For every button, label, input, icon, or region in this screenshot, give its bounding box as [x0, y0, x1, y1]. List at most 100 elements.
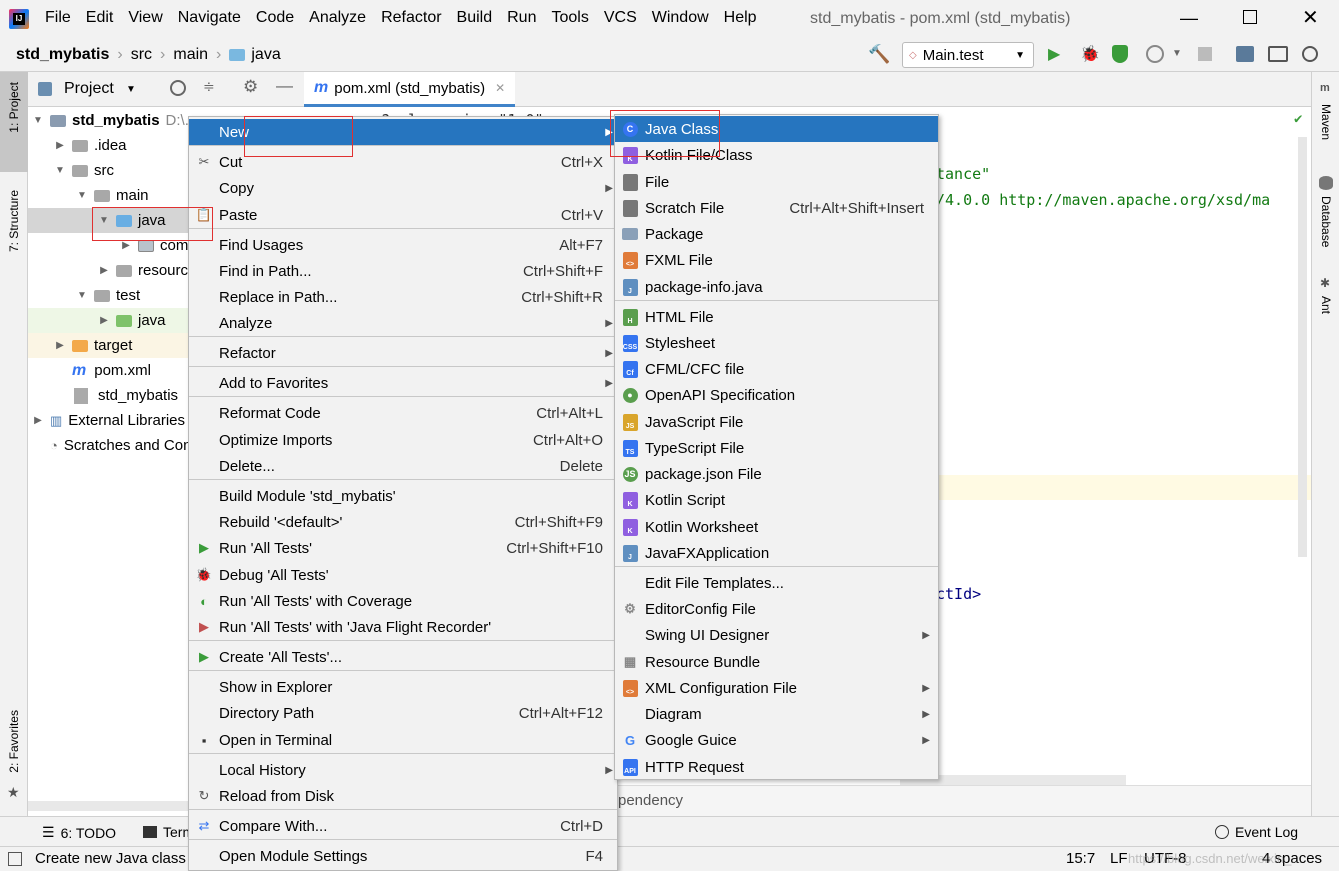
new-item-diagram[interactable]: Diagram ▶ [615, 701, 938, 727]
menu-item-add-to-favorites[interactable]: Add to Favorites ▶ [189, 370, 617, 396]
new-item-package-info-java[interactable]: Jpackage-info.java [615, 274, 938, 300]
caret-position[interactable]: 15:7 [1066, 850, 1095, 867]
menu-item-cut[interactable]: ✂ Cut Ctrl+X [189, 149, 617, 175]
menu-item-find-usages[interactable]: Find Usages Alt+F7 [189, 232, 617, 258]
profile-dropdown-icon[interactable]: ▼ [1172, 48, 1182, 59]
menu-item-copy[interactable]: Copy ▶ [189, 175, 617, 201]
structure-tab-label[interactable]: 7: Structure [7, 190, 21, 252]
new-item-javascript-file[interactable]: JS JavaScript File [615, 409, 938, 435]
menu-item-paste[interactable]: 📋 Paste Ctrl+V [189, 202, 617, 228]
new-item-kotlin-worksheet[interactable]: K Kotlin Worksheet [615, 514, 938, 540]
maximize-button[interactable] [1243, 10, 1257, 24]
menu-item-reload-from-disk[interactable]: ↻ Reload from Disk [189, 783, 617, 809]
menu-navigate[interactable]: Navigate [178, 9, 241, 27]
menu-item-create-all-tests[interactable]: ▶ Create 'All Tests'... [189, 644, 617, 670]
menu-item-directory-path[interactable]: Directory Path Ctrl+Alt+F12 [189, 700, 617, 726]
new-item-file[interactable]: File [615, 169, 938, 195]
new-item-typescript-file[interactable]: TS TypeScript File [615, 435, 938, 461]
menu-item-show-in-explorer[interactable]: Show in Explorer [189, 674, 617, 700]
stop-icon[interactable] [1198, 47, 1212, 61]
search-everywhere-icon[interactable] [1302, 46, 1318, 62]
menu-build[interactable]: Build [457, 9, 493, 27]
new-item-package[interactable]: Package [615, 221, 938, 247]
new-item-swing-ui-designer[interactable]: Swing UI Designer ▶ [615, 622, 938, 648]
project-view-selector[interactable]: Project [64, 80, 114, 98]
menu-item-build-module-std-mybatis[interactable]: Build Module 'std_mybatis' [189, 483, 617, 509]
menu-item-run-all-tests-with-coverage[interactable]: ◐ Run 'All Tests' with Coverage [189, 588, 617, 614]
todo-tab[interactable]: ☰ 6: TODO [42, 824, 116, 841]
new-item-kotlin-script[interactable]: K Kotlin Script [615, 487, 938, 513]
favorites-tab-label[interactable]: 2: Favorites [7, 710, 21, 773]
menu-refactor[interactable]: Refactor [381, 9, 441, 27]
menu-item-run-all-tests-with-java-flight-recorder[interactable]: ▶ Run 'All Tests' with 'Java Flight Recor… [189, 614, 617, 640]
run-icon[interactable]: ▶ [1048, 44, 1060, 64]
database-tab[interactable]: Database [1319, 196, 1333, 247]
menu-item-compare-with[interactable]: ⇄ Compare With... Ctrl+D [189, 813, 617, 839]
breadcrumb-java[interactable]: java [251, 46, 280, 64]
new-item-xml-configuration-file[interactable]: <> XML Configuration File ▶ [615, 675, 938, 701]
project-structure-icon[interactable] [1236, 46, 1254, 62]
menu-item-debug-all-tests[interactable]: 🐞 Debug 'All Tests' [189, 562, 617, 588]
new-item-java-class[interactable]: C Java Class [615, 116, 938, 142]
profile-icon[interactable] [1146, 45, 1164, 63]
ant-tab[interactable]: Ant [1319, 296, 1333, 314]
menu-help[interactable]: Help [724, 9, 757, 27]
project-tool-tab[interactable]: 1: Project [0, 72, 28, 172]
line-separator[interactable]: LF [1110, 850, 1128, 867]
new-item-package-json-file[interactable]: JS package.json File [615, 461, 938, 487]
close-window-button[interactable]: ✕ [1302, 5, 1319, 30]
new-item-javafxapplication[interactable]: J JavaFXApplication [615, 540, 938, 566]
menu-code[interactable]: Code [256, 9, 294, 27]
gear-icon[interactable]: ⚙ [243, 77, 258, 97]
new-item-openapi-specification[interactable]: ● OpenAPI Specification [615, 382, 938, 408]
menu-analyze[interactable]: Analyze [309, 9, 366, 27]
menu-item-rebuild-default[interactable]: Rebuild '<default>' Ctrl+Shift+F9 [189, 509, 617, 535]
hammer-icon[interactable]: 🔨 [868, 44, 890, 65]
menu-file[interactable]: File [45, 9, 71, 27]
menu-item-find-in-path[interactable]: Find in Path... Ctrl+Shift+F [189, 258, 617, 284]
menu-item-analyze[interactable]: Analyze ▶ [189, 310, 617, 336]
menu-run[interactable]: Run [507, 9, 536, 27]
menu-item-delete[interactable]: Delete... Delete [189, 453, 617, 479]
new-item-edit-file-templates[interactable]: Edit File Templates... [615, 570, 938, 596]
menu-item-open-module-settings[interactable]: Open Module Settings F4 [189, 843, 617, 869]
presentation-icon[interactable] [1268, 46, 1288, 62]
breadcrumb-project[interactable]: std_mybatis [16, 46, 109, 64]
menu-vcs[interactable]: VCS [604, 9, 637, 27]
new-item-http-request[interactable]: API HTTP Request [615, 754, 938, 780]
maven-tab[interactable]: Maven [1319, 104, 1333, 140]
new-item-google-guice[interactable]: G Google Guice ▶ [615, 727, 938, 753]
menu-tools[interactable]: Tools [551, 9, 588, 27]
menu-item-reformat-code[interactable]: Reformat Code Ctrl+Alt+L [189, 400, 617, 426]
new-item-html-file[interactable]: H HTML File [615, 304, 938, 330]
menu-edit[interactable]: Edit [86, 9, 114, 27]
minimize-button[interactable]: — [1180, 8, 1198, 29]
menu-item-run-all-tests[interactable]: ▶ Run 'All Tests' Ctrl+Shift+F10 [189, 535, 617, 561]
menu-item-refactor[interactable]: Refactor ▶ [189, 340, 617, 366]
collapse-all-icon[interactable]: ≑ [203, 78, 215, 95]
xml-breadcrumb[interactable]: pendency [618, 792, 683, 809]
chevron-down-icon[interactable]: ▼ [126, 84, 136, 95]
menu-view[interactable]: View [128, 9, 162, 27]
menu-item-open-in-terminal[interactable]: ▪ Open in Terminal [189, 727, 617, 753]
new-item-resource-bundle[interactable]: ▦ Resource Bundle [615, 649, 938, 675]
close-tab-icon[interactable]: ✕ [495, 81, 505, 95]
new-item-fxml-file[interactable]: <> FXML File [615, 247, 938, 273]
tab-pom-xml[interactable]: m pom.xml (std_mybatis) ✕ [304, 72, 516, 107]
menu-window[interactable]: Window [652, 9, 709, 27]
hide-panel-icon[interactable]: — [276, 76, 293, 96]
new-item-scratch-file[interactable]: Scratch File Ctrl+Alt+Shift+Insert [615, 195, 938, 221]
menu-item-new[interactable]: New ▶ [189, 119, 617, 145]
breadcrumb-src[interactable]: src [131, 46, 152, 64]
new-item-kotlin-file-class[interactable]: K Kotlin File/Class [615, 142, 938, 168]
editor-vertical-scrollbar[interactable] [1298, 137, 1307, 557]
new-item-stylesheet[interactable]: CSS Stylesheet [615, 330, 938, 356]
locate-icon[interactable] [170, 80, 186, 96]
new-item-editorconfig-file[interactable]: ⚙ EditorConfig File [615, 596, 938, 622]
coverage-icon[interactable] [1112, 45, 1128, 63]
debug-icon[interactable]: 🐞 [1080, 44, 1100, 64]
event-log-tab[interactable]: Event Log [1215, 824, 1298, 840]
new-item-cfml-cfc-file[interactable]: Cf CFML/CFC file [615, 356, 938, 382]
menu-item-optimize-imports[interactable]: Optimize Imports Ctrl+Alt+O [189, 427, 617, 453]
tool-windows-toggle-icon[interactable] [8, 852, 22, 866]
